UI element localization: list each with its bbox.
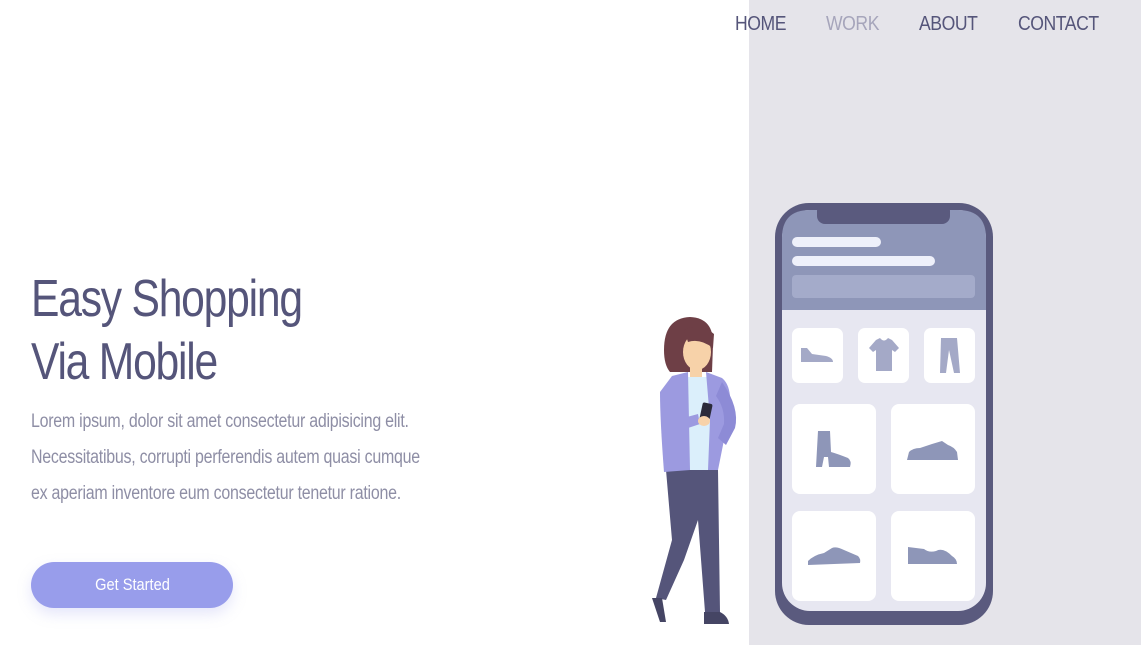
- hero-section: Easy Shopping Via Mobile Lorem ipsum, do…: [31, 268, 451, 512]
- landing-page: HOME WORK ABOUT CONTACT Easy Shopping Vi…: [0, 0, 1141, 645]
- get-started-label: Get Started: [94, 575, 170, 594]
- main-nav: HOME WORK ABOUT CONTACT: [735, 10, 1110, 38]
- get-started-button[interactable]: Get Started: [31, 562, 233, 608]
- right-panel-background: [749, 0, 1141, 645]
- nav-about-link[interactable]: ABOUT: [919, 10, 978, 38]
- hero-description: Lorem ipsum, dolor sit amet consectetur …: [31, 411, 420, 504]
- hero-title: Easy Shopping Via Mobile: [31, 268, 375, 394]
- woman-figure: [652, 317, 737, 624]
- hero-title-line-1: Easy Shopping: [31, 270, 303, 328]
- hero-title-line-2: Via Mobile: [31, 333, 218, 391]
- nav-contact-link[interactable]: CONTACT: [1018, 10, 1099, 38]
- nav-work-link[interactable]: WORK: [826, 10, 879, 38]
- nav-home-link[interactable]: HOME: [735, 10, 786, 38]
